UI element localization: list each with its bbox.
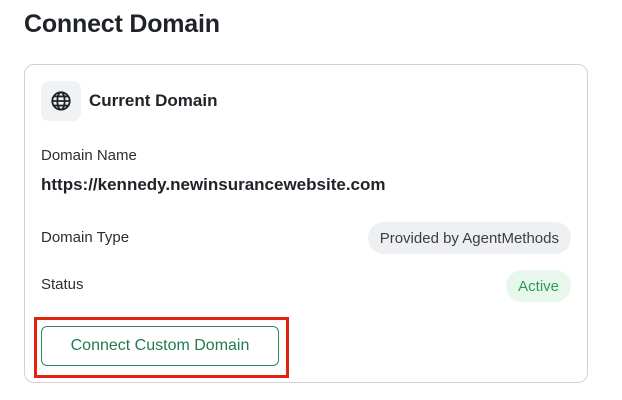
- domain-type-label: Domain Type: [41, 229, 130, 246]
- card-title: Current Domain: [89, 91, 218, 110]
- domain-type-badge: Provided by AgentMethods: [367, 222, 571, 254]
- globe-icon: [41, 81, 81, 121]
- card-header: Current Domain: [41, 81, 217, 121]
- domain-name-value: https://kennedy.newinsurancewebsite.com: [41, 175, 386, 194]
- status-label: Status: [41, 276, 84, 293]
- page-title: Connect Domain: [24, 10, 220, 38]
- connect-custom-domain-button[interactable]: Connect Custom Domain: [41, 326, 279, 366]
- status-badge: Active: [506, 270, 571, 302]
- domain-name-label: Domain Name: [41, 147, 137, 164]
